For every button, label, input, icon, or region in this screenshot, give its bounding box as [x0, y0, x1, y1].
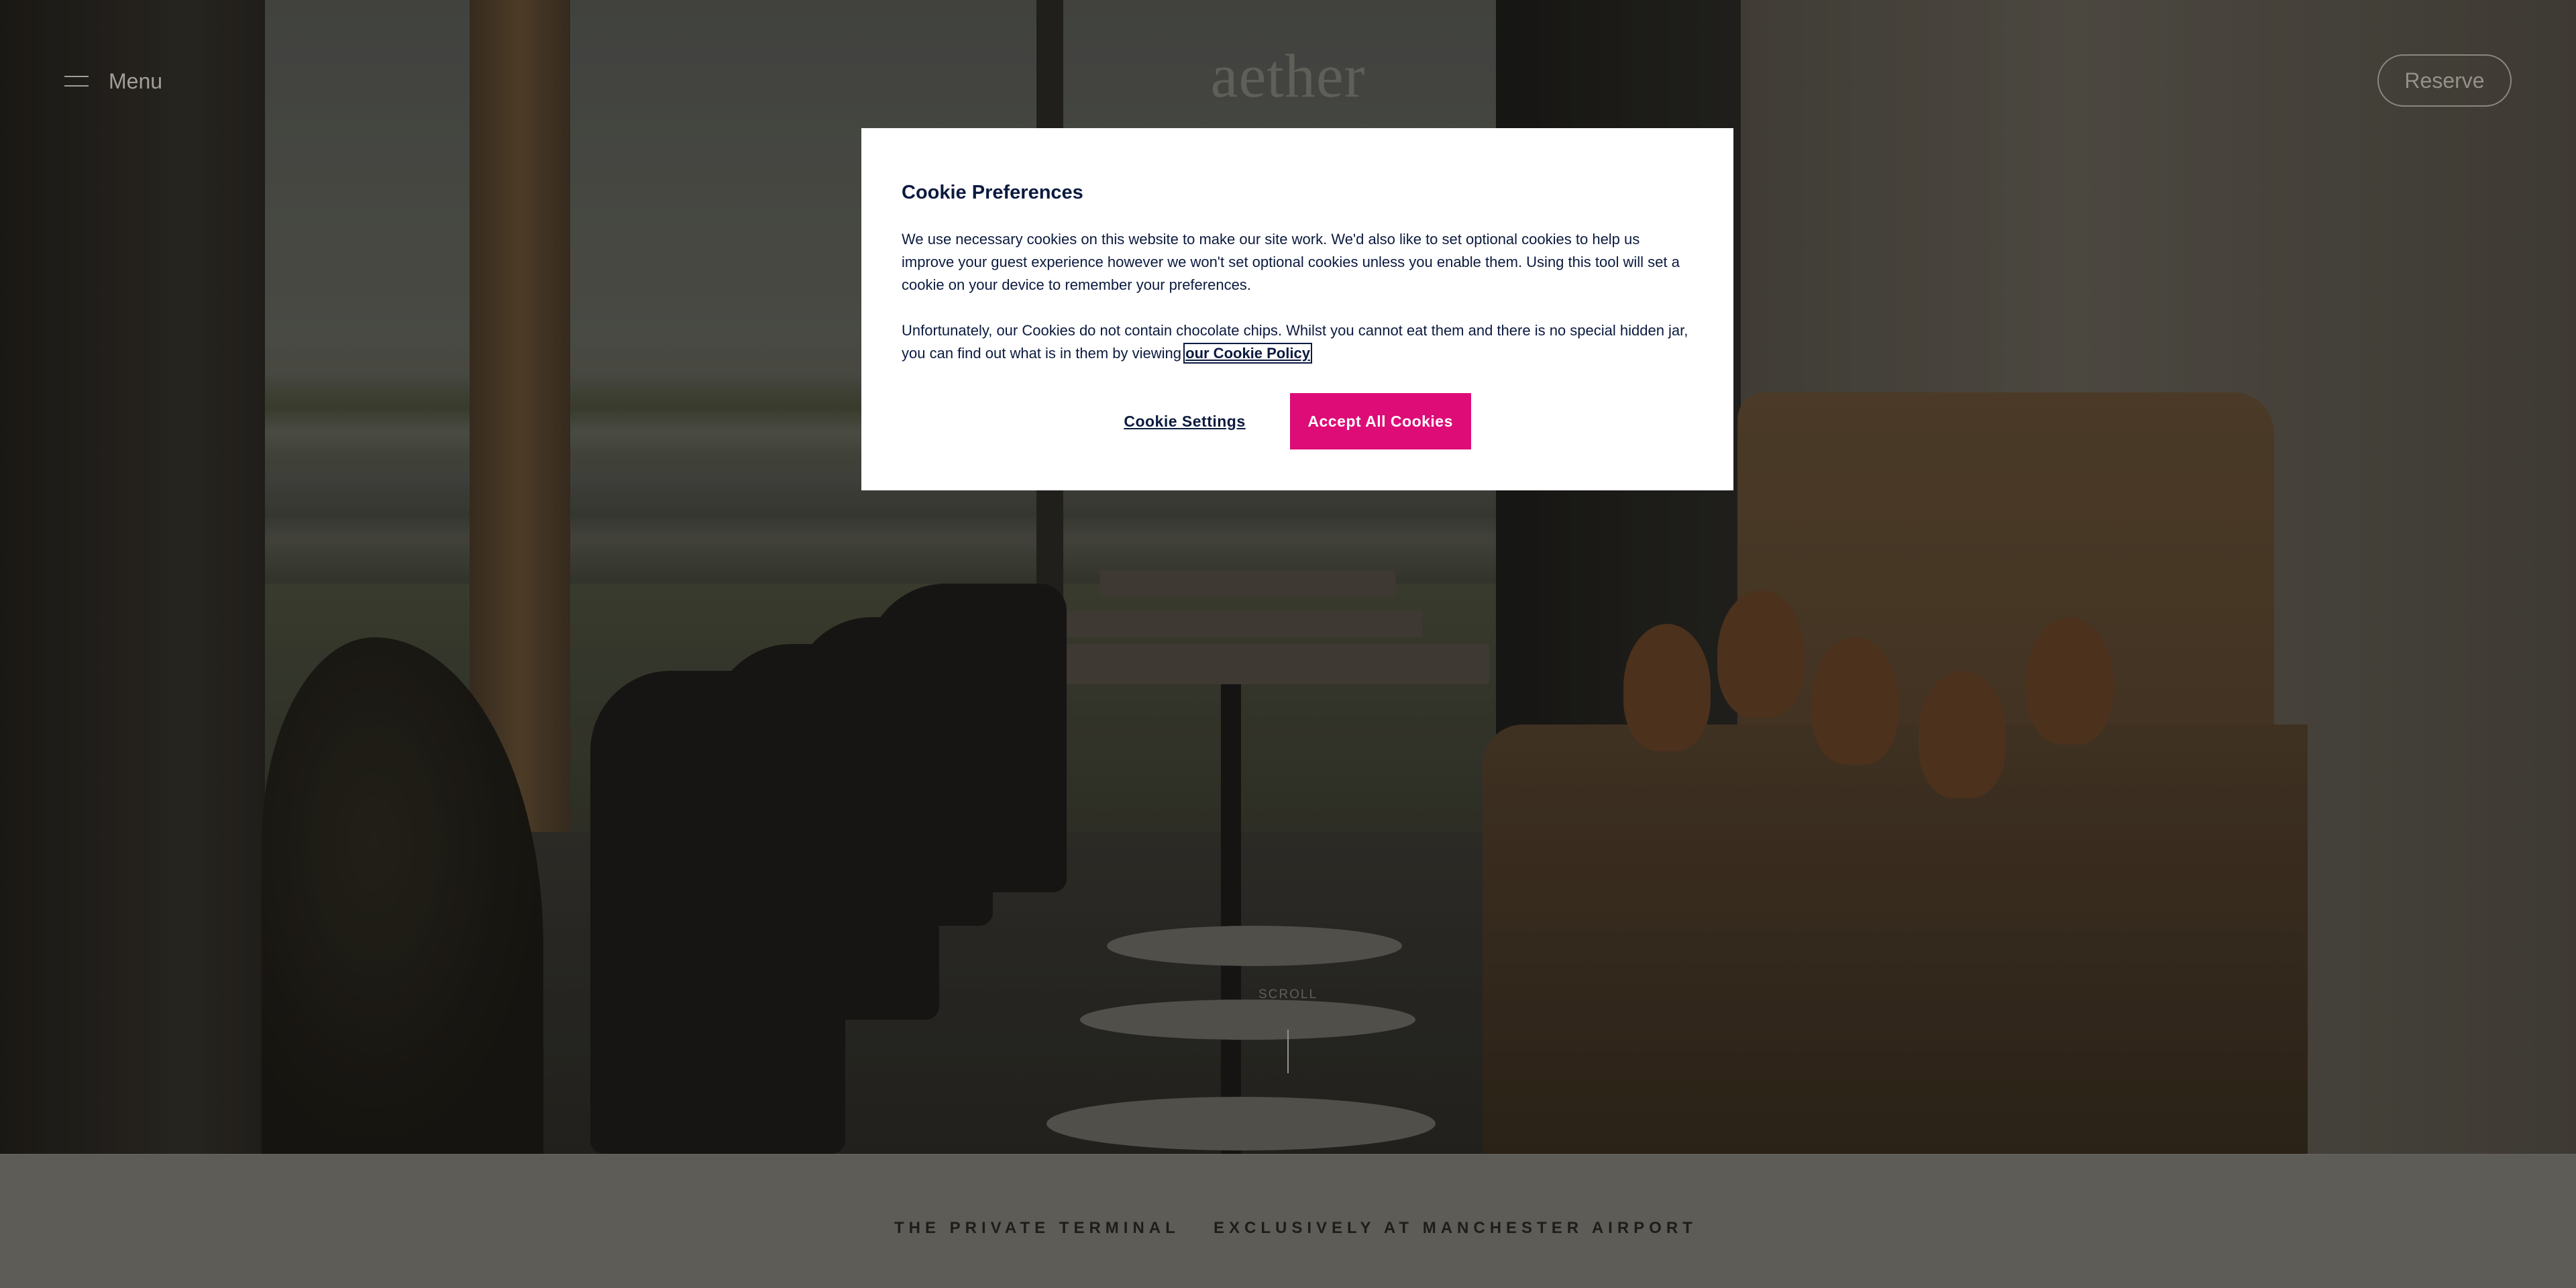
- cookie-dialog-note: Unfortunately, our Cookies do not contai…: [902, 319, 1693, 365]
- cookie-dialog-title: Cookie Preferences: [902, 182, 1083, 203]
- cookie-dialog-description: We use necessary cookies on this website…: [902, 231, 1680, 293]
- accept-all-cookies-button[interactable]: Accept All Cookies: [1289, 393, 1471, 449]
- cookie-settings-button[interactable]: Cookie Settings: [1124, 413, 1245, 431]
- cookie-policy-link[interactable]: our Cookie Policy: [1183, 343, 1312, 364]
- cookie-preferences-dialog: Cookie Preferences We use necessary cook…: [861, 128, 1733, 490]
- cookie-dialog-actions: Cookie Settings Accept All Cookies: [861, 393, 1733, 449]
